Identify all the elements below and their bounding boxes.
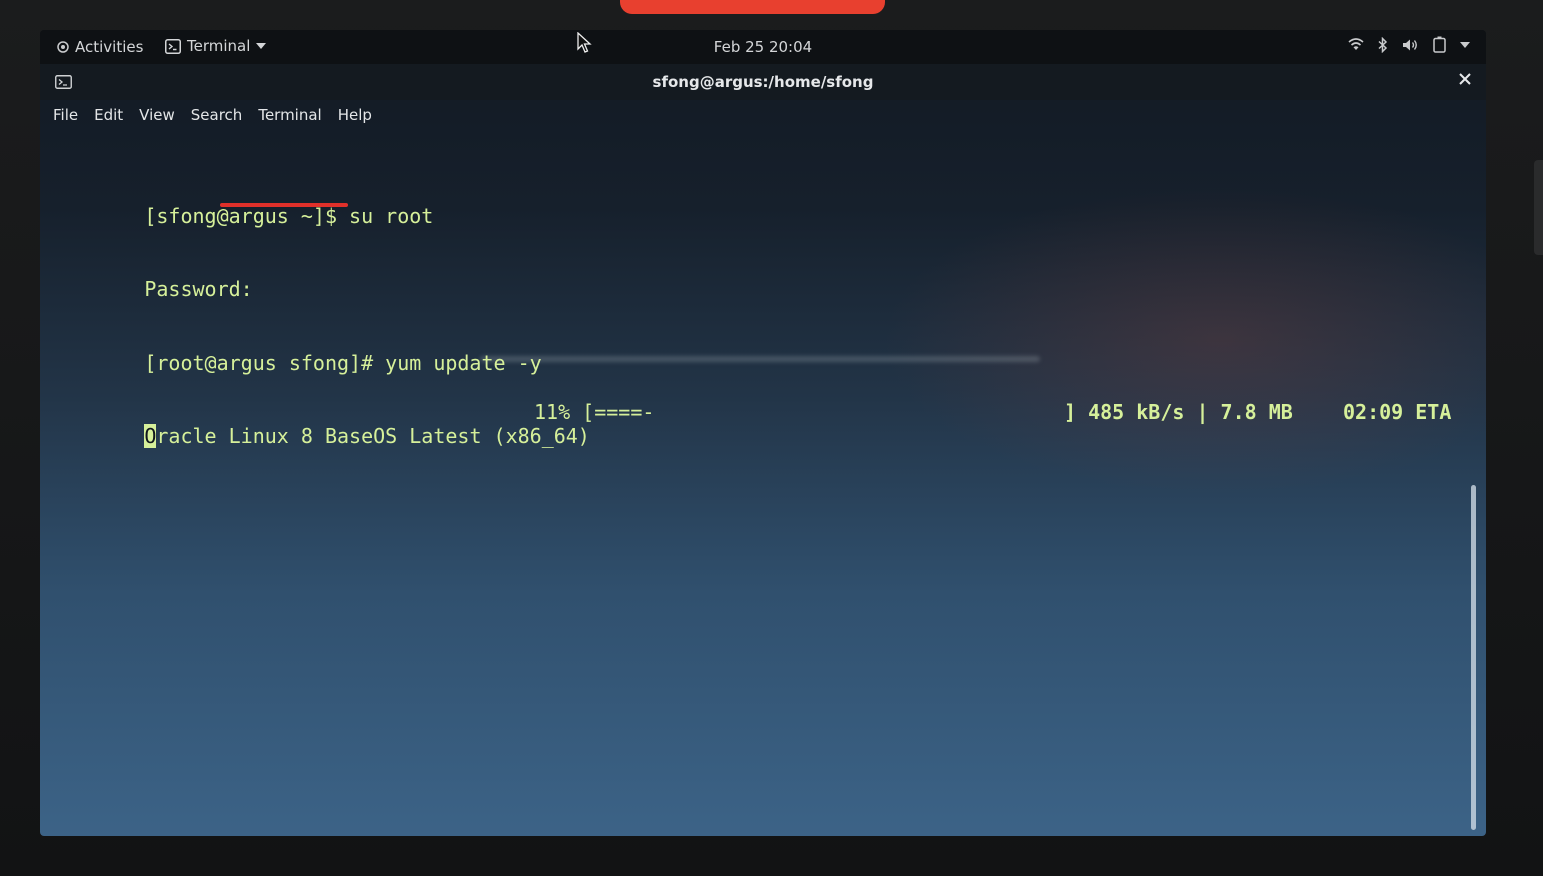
- activities-button[interactable]: Activities: [57, 38, 143, 56]
- terminal-output[interactable]: [sfong@argus ~]$ su root Password: [root…: [48, 130, 1478, 473]
- menu-edit[interactable]: Edit: [86, 102, 131, 130]
- mouse-pointer-icon: [577, 31, 592, 57]
- screen: Activities Terminal Feb 25 20:04 sfong@a…: [40, 30, 1486, 836]
- volume-icon: [1402, 38, 1419, 52]
- app-menu-label: Terminal: [187, 37, 251, 55]
- progress-repo-name: racle Linux 8 BaseOS Latest (x86_64): [156, 424, 590, 448]
- menu-search[interactable]: Search: [183, 102, 251, 130]
- terminal-header-bar: sfong@argus:/home/sfong: [40, 64, 1486, 100]
- activities-icon: [57, 41, 69, 53]
- activities-label: Activities: [75, 38, 144, 56]
- wifi-icon: [1348, 38, 1364, 51]
- monitor-bezel: Activities Terminal Feb 25 20:04 sfong@a…: [0, 0, 1543, 876]
- terminal-line-text: [sfong@argus ~]$ su root: [144, 203, 434, 228]
- terminal-scrollbar[interactable]: [1471, 485, 1476, 830]
- progress-line: Oracle Linux 8 BaseOS Latest (x86_64) 11…: [48, 399, 1478, 448]
- progress-eta: 02:09 ETA: [1343, 399, 1452, 424]
- monitor-side-notch: [1534, 160, 1543, 255]
- battery-icon: [1433, 36, 1446, 53]
- terminal-line: Password:: [48, 253, 1478, 301]
- window-title: sfong@argus:/home/sfong: [652, 73, 874, 91]
- clock[interactable]: Feb 25 20:04: [714, 38, 812, 56]
- app-menu-terminal[interactable]: Terminal: [165, 37, 267, 55]
- menu-terminal[interactable]: Terminal: [250, 102, 329, 130]
- terminal-menu-bar: File Edit View Search Terminal Help: [40, 102, 1486, 130]
- gnome-top-bar: Activities Terminal Feb 25 20:04: [40, 30, 1486, 64]
- terminal-app-icon: [165, 38, 181, 54]
- terminal-line-text: Password:: [144, 277, 253, 301]
- menu-file[interactable]: File: [40, 102, 86, 130]
- terminal-line: [sfong@argus ~]$ su root: [48, 179, 1478, 228]
- terminal-cursor: O: [144, 424, 157, 448]
- menu-view[interactable]: View: [131, 102, 183, 130]
- chevron-down-icon: [256, 43, 267, 49]
- close-icon[interactable]: [1458, 69, 1472, 91]
- terminal-line: [root@argus sfong]# yum update -y: [48, 326, 1478, 375]
- red-annotation-underline: [220, 203, 348, 207]
- terminal-line-text: [root@argus sfong]# yum update -y: [144, 350, 542, 375]
- bluetooth-icon: [1378, 36, 1388, 53]
- progress-bar-text: 11% [====-: [534, 399, 655, 424]
- menu-help[interactable]: Help: [330, 102, 380, 130]
- system-tray[interactable]: [1348, 36, 1470, 53]
- chevron-down-icon: [1460, 41, 1470, 48]
- red-tape-marker: [620, 0, 885, 14]
- progress-speed-size: ] 485 kB/s | 7.8 MB: [1064, 399, 1293, 424]
